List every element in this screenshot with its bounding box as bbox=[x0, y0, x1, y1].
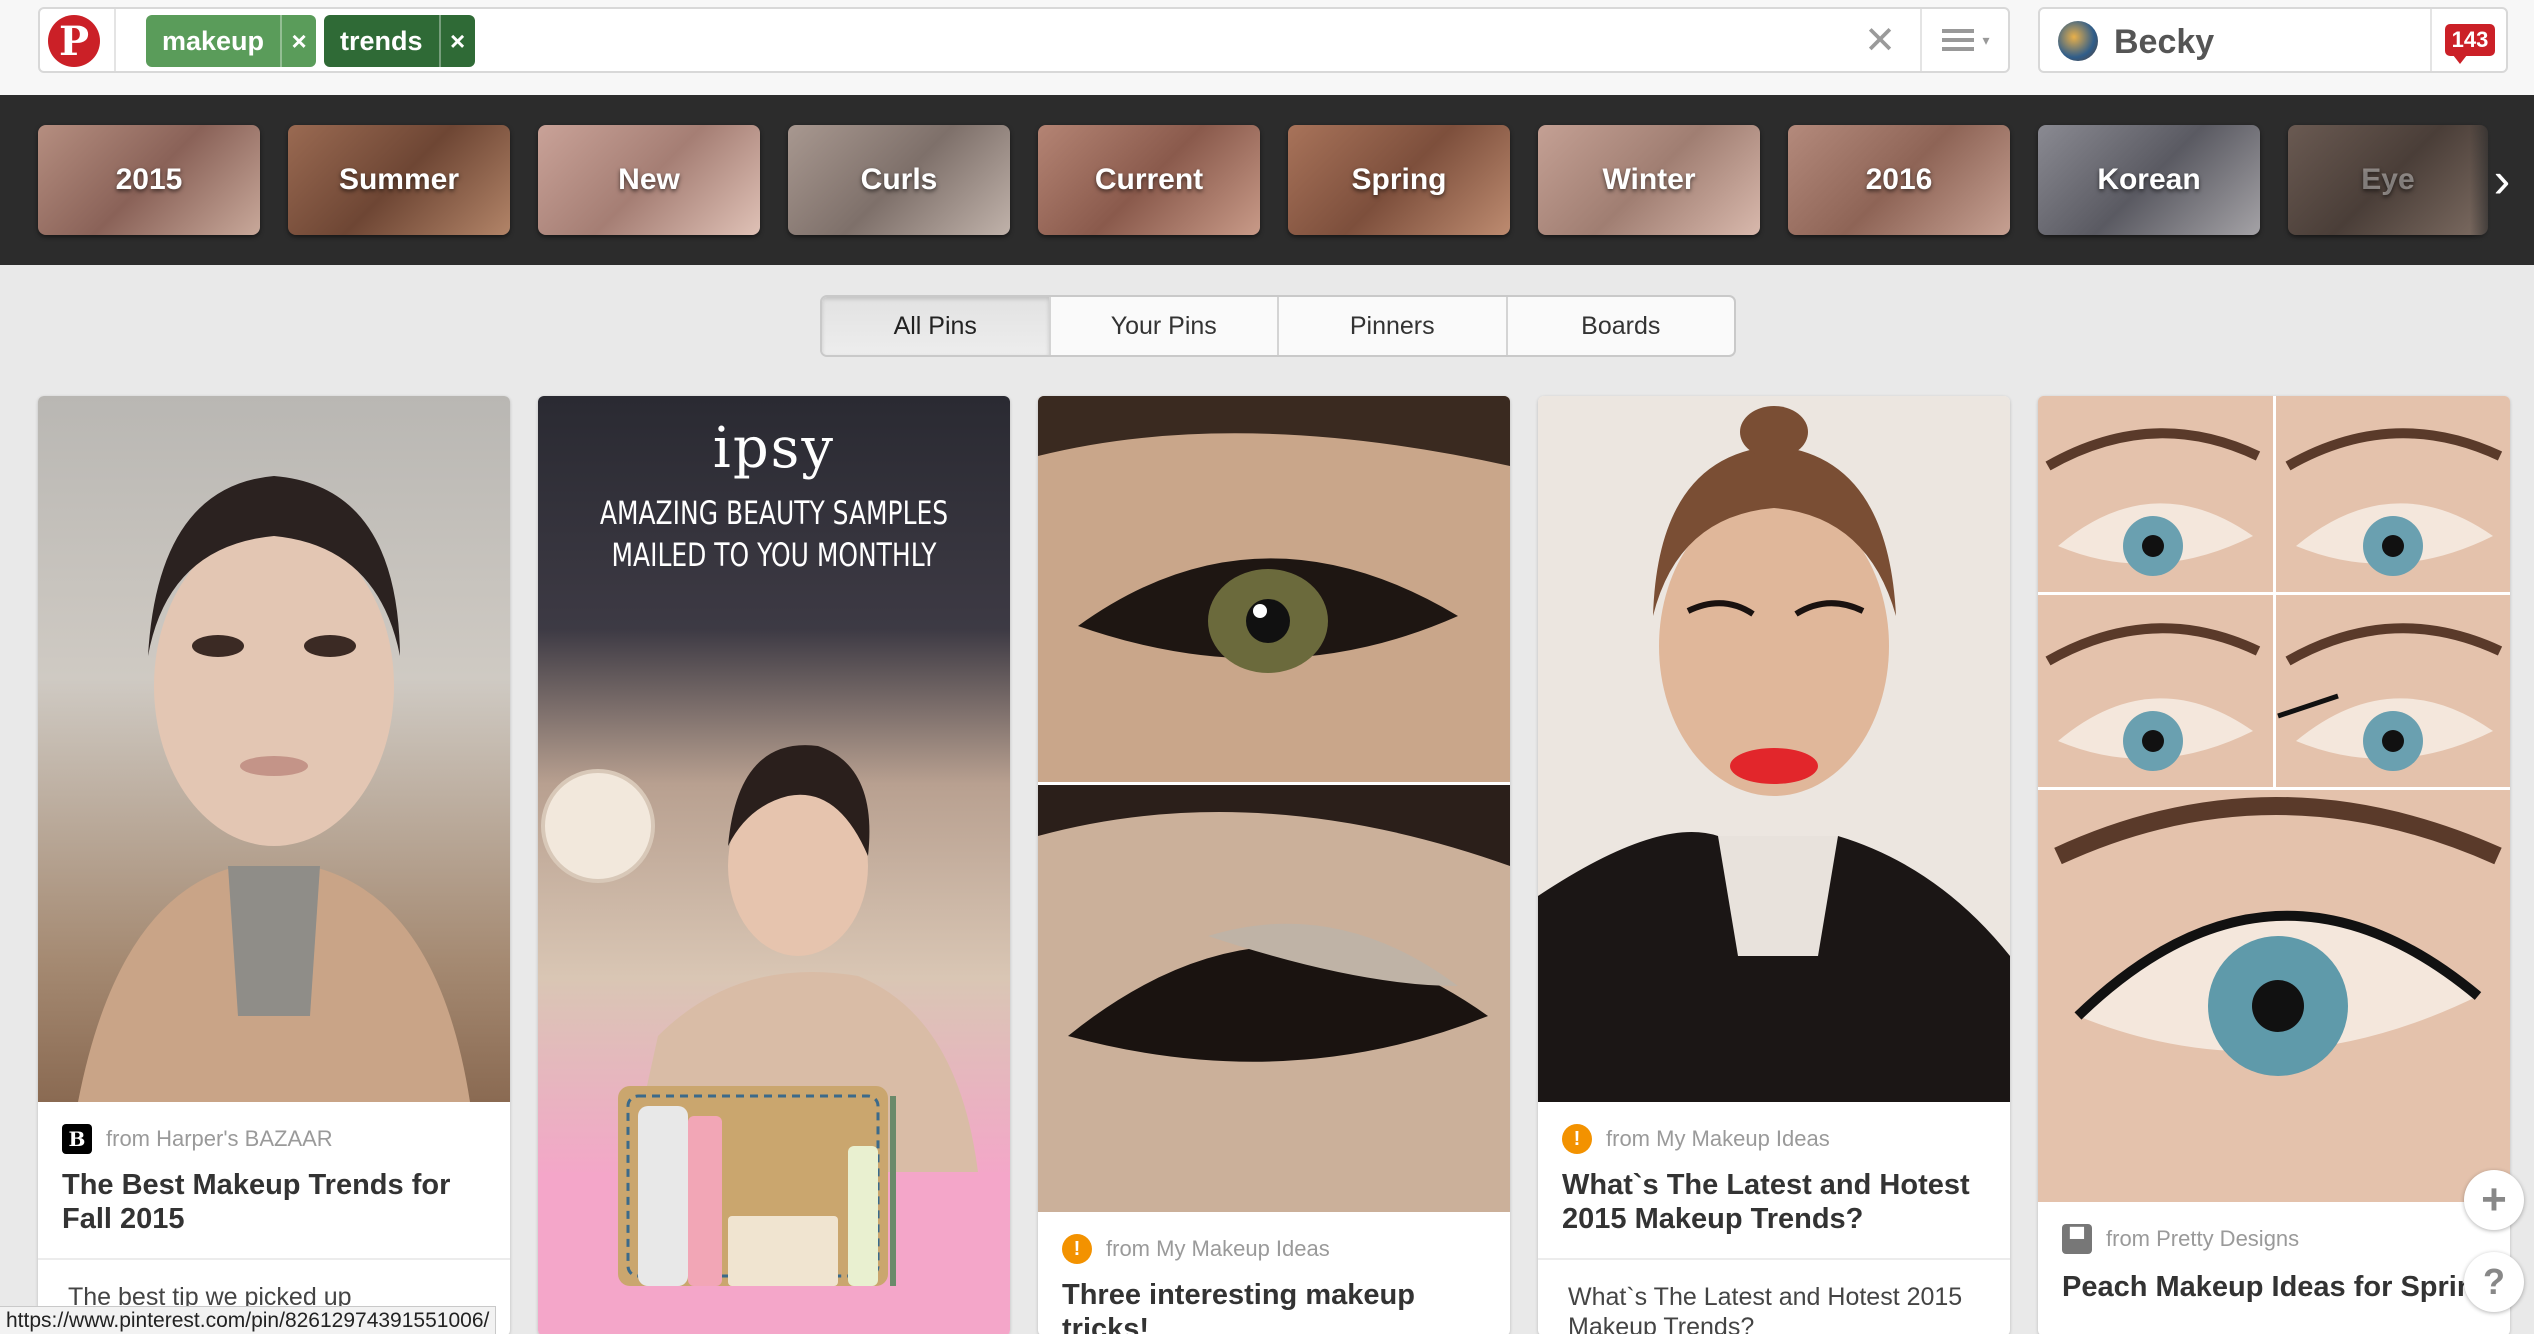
pin-title[interactable]: The Best Makeup Trends for Fall 2015 bbox=[62, 1168, 482, 1236]
guided-search-bar: 2015 Summer New Curls Current Spring Win… bbox=[0, 95, 2534, 265]
pin-image[interactable] bbox=[38, 396, 510, 1102]
pin-source[interactable]: B from Harper's BAZAAR bbox=[62, 1124, 333, 1154]
pin-card[interactable]: ! from My Makeup Ideas What`s The Latest… bbox=[1538, 396, 2010, 1334]
pin-source-label: from Pretty Designs bbox=[2106, 1226, 2300, 1251]
clear-search-icon[interactable]: ✕ bbox=[1858, 17, 1902, 63]
avatar[interactable] bbox=[2058, 21, 2098, 61]
pin-image[interactable] bbox=[1538, 396, 2010, 1102]
status-bar-url: https://www.pinterest.com/pin/8261297439… bbox=[0, 1306, 497, 1334]
portrait-illustration bbox=[1538, 396, 2010, 1102]
guide-curls[interactable]: Curls bbox=[788, 125, 1010, 235]
pin-description: What`s The Latest and Hotest 2015 Makeup… bbox=[1568, 1283, 1963, 1334]
pretty-designs-icon: ▀ bbox=[2062, 1224, 2092, 1254]
pin-title[interactable]: Three interesting makeup tricks! bbox=[1062, 1278, 1482, 1334]
tab-boards[interactable]: Boards bbox=[1508, 297, 1735, 355]
pin-source[interactable]: ▀ from Pretty Designs bbox=[2062, 1224, 2299, 1254]
divider bbox=[38, 1258, 510, 1260]
guide-2015[interactable]: 2015 bbox=[38, 125, 260, 235]
search-tag-label: makeup bbox=[162, 25, 265, 56]
pin-source[interactable]: ! from My Makeup Ideas bbox=[1562, 1124, 1830, 1154]
search-tag-trends[interactable]: trends × bbox=[324, 15, 475, 67]
chevron-down-icon: ▾ bbox=[1982, 31, 1990, 48]
pinterest-logo-icon[interactable]: P bbox=[48, 15, 100, 67]
pin-image[interactable] bbox=[1038, 396, 1510, 1334]
pin-image[interactable] bbox=[2038, 396, 2510, 1202]
search-tag-makeup[interactable]: makeup × bbox=[146, 15, 317, 67]
notifications-button[interactable]: 143 bbox=[2430, 9, 2508, 71]
pin-source-label: from Harper's BAZAAR bbox=[106, 1126, 333, 1151]
user-menu[interactable]: Becky 143 bbox=[2038, 7, 2508, 73]
pin-card[interactable]: ! from My Makeup Ideas Three interesting… bbox=[1038, 396, 1510, 1334]
help-button[interactable]: ? bbox=[2464, 1252, 2524, 1312]
remove-tag-icon[interactable]: × bbox=[280, 15, 316, 67]
divider bbox=[1538, 1258, 2010, 1260]
pin-source[interactable]: ! from My Makeup Ideas bbox=[1062, 1234, 1330, 1264]
ipsy-logo: ipsy bbox=[712, 416, 836, 481]
guide-spring[interactable]: Spring bbox=[1288, 125, 1510, 235]
top-bar: P makeup × trends × ✕ ▾ Becky 143 bbox=[0, 0, 2534, 95]
guide-korean[interactable]: Korean bbox=[2038, 125, 2260, 235]
tab-all-pins[interactable]: All Pins bbox=[822, 297, 1051, 355]
my-makeup-ideas-icon: ! bbox=[1062, 1234, 1092, 1264]
pin-card-promoted[interactable]: ipsy AMAZING BEAUTY SAMPLES MAILED TO YO… bbox=[538, 396, 1010, 1334]
pin-card[interactable]: ▀ from Pretty Designs Peach Makeup Ideas… bbox=[2038, 396, 2510, 1334]
username[interactable]: Becky bbox=[2114, 23, 2214, 62]
pin-title[interactable]: What`s The Latest and Hotest 2015 Makeup… bbox=[1562, 1168, 1982, 1236]
guide-2016[interactable]: 2016 bbox=[1788, 125, 2010, 235]
menu-icon bbox=[1942, 29, 1975, 51]
ad-headline-line: MAILED TO YOU MONTHLY bbox=[611, 536, 937, 574]
notification-count-badge: 143 bbox=[2444, 24, 2496, 64]
divider bbox=[2273, 396, 2276, 787]
guide-new[interactable]: New bbox=[538, 125, 760, 235]
portrait-illustration bbox=[78, 476, 470, 1102]
pin-image[interactable]: ipsy AMAZING BEAUTY SAMPLES MAILED TO YO… bbox=[538, 396, 1010, 1334]
guide-winter[interactable]: Winter bbox=[1538, 125, 1760, 235]
my-makeup-ideas-icon: ! bbox=[1562, 1124, 1592, 1154]
pin-source-label: from My Makeup Ideas bbox=[1606, 1126, 1830, 1151]
guide-summer[interactable]: Summer bbox=[288, 125, 510, 235]
eye-makeup-illustration bbox=[1038, 396, 1510, 1334]
guide-current[interactable]: Current bbox=[1038, 125, 1260, 235]
pin-source-label: from My Makeup Ideas bbox=[1106, 1236, 1330, 1261]
search-tag-label: trends bbox=[340, 25, 423, 56]
harpers-bazaar-icon: B bbox=[62, 1124, 92, 1154]
ad-headline-line: AMAZING BEAUTY SAMPLES bbox=[599, 494, 949, 532]
search-box[interactable]: P makeup × trends × ✕ ▾ bbox=[38, 7, 2010, 73]
filter-tabs: All Pins Your Pins Pinners Boards bbox=[820, 295, 1736, 357]
divider bbox=[2038, 787, 2510, 790]
pin-card[interactable]: B from Harper's BAZAAR The Best Makeup T… bbox=[38, 396, 510, 1334]
add-pin-button[interactable]: + bbox=[2464, 1170, 2524, 1230]
tab-your-pins[interactable]: Your Pins bbox=[1051, 297, 1279, 355]
guide-eye[interactable]: Eye bbox=[2288, 125, 2488, 235]
pin-title[interactable]: Peach Makeup Ideas for Spring bbox=[2062, 1270, 2510, 1304]
search-menu-button[interactable]: ▾ bbox=[1920, 9, 2010, 71]
remove-tag-icon[interactable]: × bbox=[438, 15, 475, 67]
chevron-right-icon[interactable]: › bbox=[2470, 95, 2534, 265]
tab-pinners[interactable]: Pinners bbox=[1279, 297, 1508, 355]
ad-headline: AMAZING BEAUTY SAMPLES MAILED TO YOU MON… bbox=[590, 492, 958, 576]
divider bbox=[114, 9, 116, 71]
